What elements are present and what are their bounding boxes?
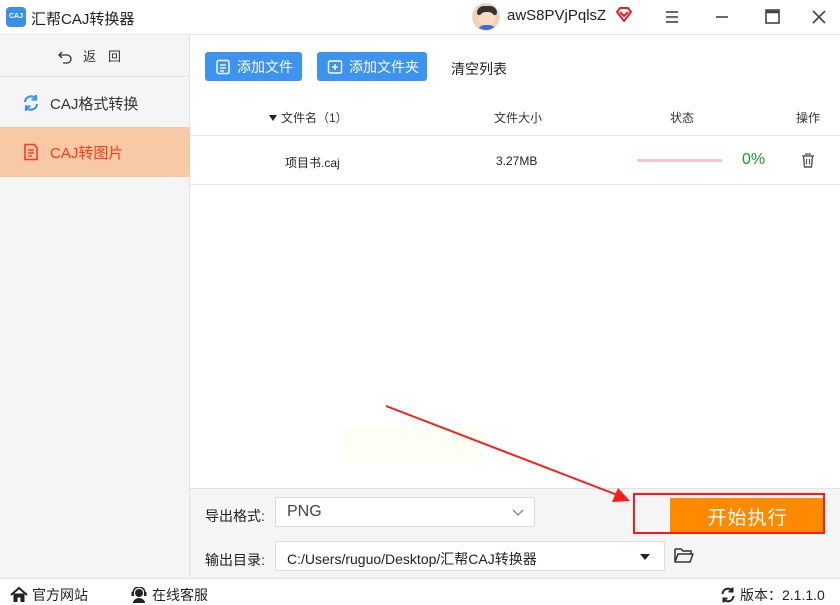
add-file-button[interactable]: 添加文件 bbox=[205, 52, 302, 81]
output-dir-select[interactable]: C:/Users/ruguo/Desktop/汇帮CAJ转换器 bbox=[275, 541, 665, 571]
annotation-highlight-box bbox=[633, 493, 825, 534]
table-header: 文件名（1） 文件大小 状态 操作 bbox=[190, 97, 840, 136]
sidebar-item-caj-to-image[interactable]: CAJ转图片 bbox=[0, 127, 190, 177]
sidebar-item-label: CAJ转图片 bbox=[50, 144, 124, 162]
sidebar-item-caj-format-convert[interactable]: CAJ格式转换 bbox=[0, 78, 190, 128]
folder-open-icon[interactable] bbox=[674, 547, 694, 564]
menu-icon[interactable] bbox=[658, 4, 686, 30]
column-header-size: 文件大小 bbox=[494, 111, 543, 125]
trash-icon[interactable] bbox=[800, 152, 816, 168]
maximize-icon[interactable] bbox=[758, 4, 786, 30]
avatar[interactable] bbox=[472, 3, 500, 31]
title-bar: CAJ 汇帮CAJ转换器 awS8PVjPqlsZ bbox=[0, 0, 840, 35]
format-value: PNG bbox=[287, 503, 322, 520]
add-folder-label: 添加文件夹 bbox=[349, 58, 419, 75]
sidebar-item-label: CAJ格式转换 bbox=[50, 95, 139, 113]
app-logo: CAJ bbox=[6, 7, 26, 27]
dropdown-triangle-icon bbox=[640, 554, 650, 560]
official-site-link[interactable]: 官方网站 bbox=[10, 585, 88, 605]
file-name: 项目书.caj bbox=[285, 156, 340, 170]
refresh-icon bbox=[23, 95, 39, 111]
chevron-down-icon bbox=[512, 509, 524, 516]
column-header-name[interactable]: 文件名（1） bbox=[269, 109, 348, 126]
table-row[interactable]: 项目书.caj 3.27MB 0% bbox=[190, 137, 840, 185]
minimize-icon[interactable] bbox=[708, 4, 736, 30]
add-folder-button[interactable]: 添加文件夹 bbox=[317, 52, 427, 81]
output-dir-label: 输出目录: bbox=[205, 552, 265, 568]
online-service-link[interactable]: 在线客服 bbox=[130, 585, 208, 605]
progress-percent: 0% bbox=[742, 151, 766, 168]
back-arrow-icon bbox=[58, 51, 72, 64]
user-name[interactable]: awS8PVjPqlsZ bbox=[507, 7, 606, 24]
add-file-label: 添加文件 bbox=[237, 58, 293, 75]
sort-caret-icon bbox=[269, 115, 277, 121]
back-button[interactable]: 返回 bbox=[0, 35, 190, 77]
update-icon bbox=[721, 587, 735, 603]
home-icon bbox=[10, 587, 28, 602]
column-header-operation: 操作 bbox=[796, 111, 821, 125]
add-file-icon bbox=[216, 59, 230, 74]
document-icon bbox=[24, 143, 38, 161]
close-icon[interactable] bbox=[805, 4, 833, 30]
toolbar: 添加文件 添加文件夹 清空列表 bbox=[190, 35, 840, 97]
format-label: 导出格式: bbox=[205, 508, 265, 524]
vip-diamond-icon[interactable] bbox=[614, 5, 634, 25]
column-header-status: 状态 bbox=[670, 111, 695, 125]
watermark bbox=[343, 428, 483, 462]
clear-list-button[interactable]: 清空列表 bbox=[451, 59, 507, 79]
sidebar: 返回 CAJ格式转换 CAJ转图片 bbox=[0, 35, 190, 578]
output-dir-value: C:/Users/ruguo/Desktop/汇帮CAJ转换器 bbox=[287, 551, 537, 567]
app-window: CAJ 汇帮CAJ转换器 awS8PVjPqlsZ 返回 CAJ格式转换 CAJ… bbox=[0, 0, 840, 605]
file-size: 3.27MB bbox=[496, 154, 538, 168]
version-info[interactable]: 版本：2.1.1.0 bbox=[720, 585, 825, 605]
app-title: 汇帮CAJ转换器 bbox=[31, 11, 135, 28]
settings-panel: 导出格式: PNG 输出目录: C:/Users/ruguo/Desktop/汇… bbox=[190, 488, 840, 578]
status-bar: 官方网站 在线客服 版本：2.1.1.0 bbox=[0, 578, 840, 605]
progress-bar bbox=[637, 159, 722, 162]
format-select[interactable]: PNG bbox=[275, 497, 535, 527]
back-label: 返回 bbox=[82, 49, 133, 64]
add-folder-icon bbox=[327, 59, 343, 74]
customer-service-icon bbox=[131, 587, 147, 603]
